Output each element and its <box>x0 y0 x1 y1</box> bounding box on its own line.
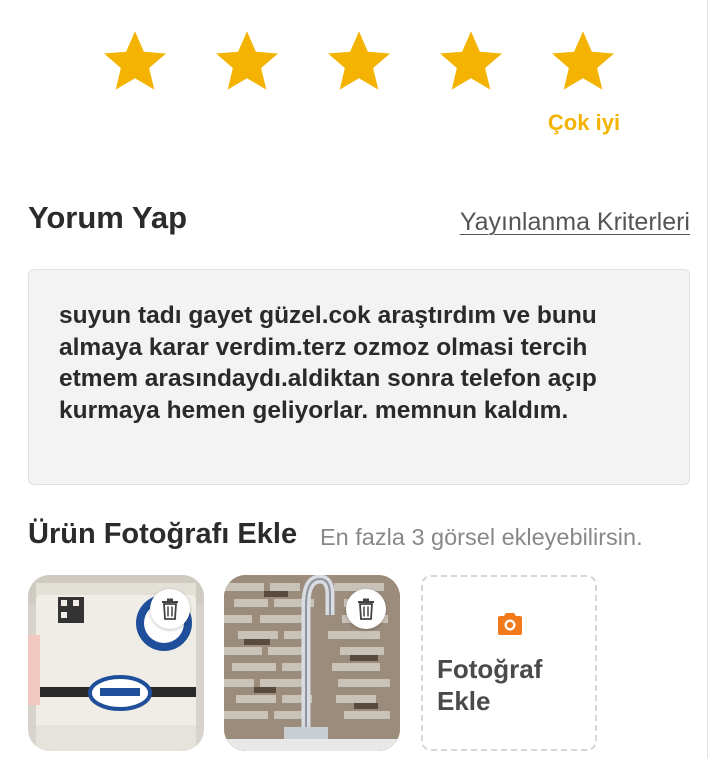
add-photo-label: Fotoğraf Ekle <box>437 654 543 716</box>
star-icon-4[interactable] <box>436 26 506 96</box>
comment-section-title: Yorum Yap <box>28 200 188 235</box>
star-icon-1[interactable] <box>100 26 170 96</box>
add-photo-button[interactable]: Fotoğraf Ekle <box>421 575 597 751</box>
uploaded-photo-thumbnail-1[interactable] <box>28 575 204 751</box>
delete-photo-button-2[interactable] <box>346 589 386 629</box>
comment-textarea[interactable]: suyun tadı gayet güzel.cok araştırdım ve… <box>28 269 690 485</box>
star-icon-5[interactable] <box>548 26 618 96</box>
uploaded-photo-thumbnail-2[interactable] <box>224 575 400 751</box>
trash-icon <box>162 598 178 620</box>
trash-icon <box>358 598 374 620</box>
rating-label: Çok iyi <box>547 110 621 135</box>
photo-section-title: Ürün Fotoğrafı Ekle <box>28 518 298 550</box>
star-icon-2[interactable] <box>212 26 282 96</box>
photo-limit-hint: En fazla 3 görsel ekleyebilirsin. <box>320 524 643 550</box>
delete-photo-button-1[interactable] <box>150 589 190 629</box>
star-rating: Çok iyi <box>0 26 720 146</box>
camera-icon <box>498 613 522 635</box>
publishing-criteria-link[interactable]: Yayınlanma Kriterleri <box>460 208 690 237</box>
star-icon-3[interactable] <box>324 26 394 96</box>
